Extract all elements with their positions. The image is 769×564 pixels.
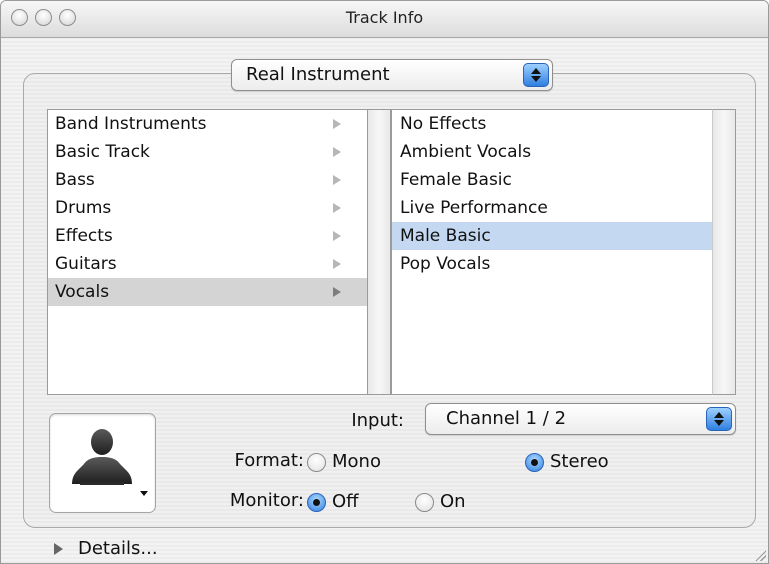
preset-item[interactable]: Ambient Vocals <box>392 138 735 166</box>
monitor-label: Monitor: <box>229 490 304 511</box>
popup-arrows-icon <box>523 63 549 87</box>
preset-item-selected[interactable]: Male Basic <box>392 222 735 250</box>
window-title: Track Info <box>345 8 424 27</box>
preset-list[interactable]: No Effects Ambient Vocals Female Basic L… <box>391 109 736 395</box>
radio-button-selected-icon <box>525 453 544 472</box>
category-item[interactable]: Basic Track <box>48 138 367 166</box>
resize-grip-icon[interactable] <box>754 549 766 561</box>
details-label: Details... <box>78 538 158 559</box>
disclosure-triangle-icon <box>54 543 63 555</box>
category-list-scrollbar[interactable] <box>367 109 391 395</box>
format-label: Format: <box>234 450 305 471</box>
chevron-right-icon <box>333 287 341 297</box>
chevron-down-icon <box>140 491 148 496</box>
person-silhouette-icon <box>72 429 132 485</box>
category-item-selected[interactable]: Vocals <box>48 278 367 306</box>
preset-item[interactable]: Pop Vocals <box>392 250 735 278</box>
instrument-type-value: Real Instrument <box>246 64 390 85</box>
preset-item[interactable]: Female Basic <box>392 166 735 194</box>
preset-list-scrollbar[interactable] <box>712 109 736 395</box>
input-label: Input: <box>351 410 404 431</box>
instrument-type-popup[interactable]: Real Instrument <box>231 59 553 91</box>
title-bar[interactable]: Track Info <box>1 1 768 38</box>
category-item[interactable]: Drums <box>48 194 367 222</box>
radio-button-selected-icon <box>307 493 326 512</box>
popup-arrows-icon <box>706 407 732 431</box>
radio-button-icon <box>307 453 326 472</box>
preset-item[interactable]: No Effects <box>392 110 735 138</box>
category-item[interactable]: Effects <box>48 222 367 250</box>
chevron-right-icon <box>333 119 341 129</box>
chevron-right-icon <box>333 147 341 157</box>
input-popup[interactable]: Channel 1 / 2 <box>425 403 736 435</box>
category-item[interactable]: Band Instruments <box>48 110 367 138</box>
preset-item[interactable]: Live Performance <box>392 194 735 222</box>
chevron-right-icon <box>333 203 341 213</box>
chevron-right-icon <box>333 231 341 241</box>
chevron-right-icon <box>333 259 341 269</box>
chevron-right-icon <box>333 175 341 185</box>
track-info-window: Track Info Real Instrument Band Instrume… <box>0 0 769 564</box>
category-item[interactable]: Bass <box>48 166 367 194</box>
input-value: Channel 1 / 2 <box>446 408 567 429</box>
track-icon-well[interactable] <box>49 413 156 513</box>
category-list[interactable]: Band Instruments Basic Track Bass Drums … <box>47 109 367 395</box>
radio-button-icon <box>415 493 434 512</box>
category-item[interactable]: Guitars <box>48 250 367 278</box>
